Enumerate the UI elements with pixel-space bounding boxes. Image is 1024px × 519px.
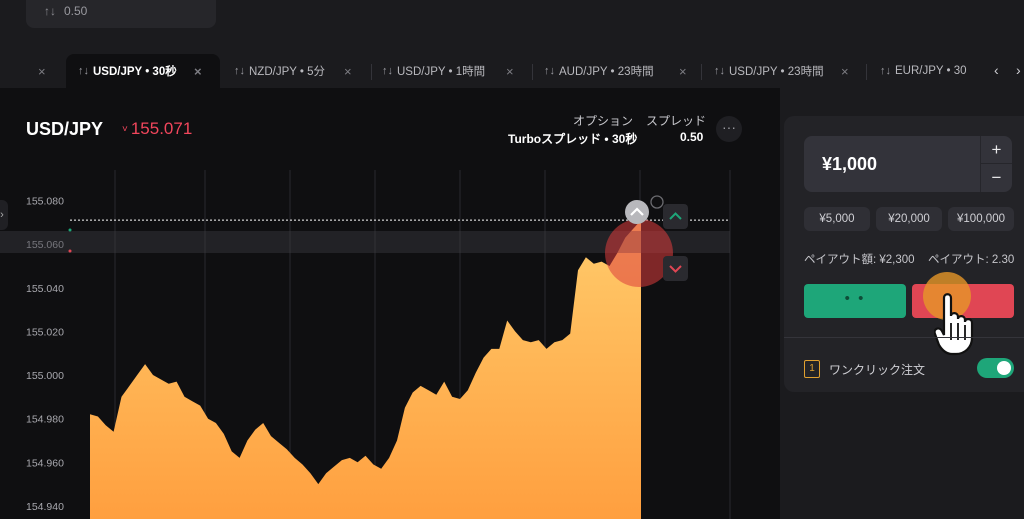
minus-icon[interactable]: − (981, 164, 1012, 191)
chevron-left-icon[interactable]: ‹ (994, 62, 999, 78)
y-tick-label: 155.080 (26, 196, 64, 208)
high-button[interactable]: • • (804, 284, 906, 318)
updown-icon: ↑↓ (78, 65, 89, 77)
tab-label: EUR/JPY • 30 (895, 65, 967, 77)
click-indicator (605, 219, 673, 287)
price-area (90, 220, 641, 519)
close-icon[interactable]: × (194, 64, 202, 79)
y-tick-label: 155.000 (26, 370, 64, 382)
updown-icon: ↑↓ (234, 65, 245, 77)
tab-label: AUD/JPY • 23時間 (559, 66, 654, 78)
tab-eurjpy[interactable]: ↑↓ EUR/JPY • 30 (868, 54, 974, 88)
recent-trade-value: 0.50 (64, 4, 88, 18)
payout-rate: ペイアウト: 2.30 (928, 254, 1015, 266)
close-icon[interactable]: × (344, 64, 352, 79)
chevron-up-icon[interactable] (625, 200, 649, 224)
asset-tabs: × ↑↓ USD/JPY • 30秒 × ↑↓ NZD/JPY • 5分 × ↑… (0, 54, 1024, 88)
one-click-toggle[interactable] (977, 358, 1014, 378)
y-tick-label: 154.980 (26, 414, 64, 426)
up-marker (68, 228, 72, 232)
chevron-right-icon[interactable]: › (1016, 62, 1021, 78)
close-icon[interactable]: × (38, 64, 46, 79)
tab-usdjpy-1h[interactable]: ↑↓ USD/JPY • 1時間 × (372, 54, 527, 88)
amount-value: ¥1,000 (822, 154, 878, 174)
option-value: Turboスプレッド • 30秒 (508, 132, 638, 146)
preset-5000-button[interactable]: ¥5,000 (804, 207, 870, 231)
preset-100000-button[interactable]: ¥100,000 (948, 207, 1014, 231)
tab-audjpy-23h[interactable]: ↑↓ AUD/JPY • 23時間 × (534, 54, 700, 88)
current-price: ˅ 155.071 (122, 119, 192, 139)
preset-20000-button[interactable]: ¥20,000 (876, 207, 942, 231)
down-marker (68, 249, 72, 253)
tab-label: USD/JPY • 23時間 (729, 66, 824, 78)
hand-cursor-icon (934, 293, 974, 356)
updown-icon: ↑↓ (44, 4, 56, 18)
close-icon[interactable]: × (841, 64, 849, 79)
close-icon[interactable]: × (506, 64, 514, 79)
chevron-down-icon: ˅ (122, 124, 128, 135)
updown-icon: ↑↓ (880, 65, 891, 77)
tab-usdjpy-23h[interactable]: ↑↓ USD/JPY • 23時間 × (704, 54, 864, 88)
recent-trade-card[interactable]: ↑↓ 0.50 (26, 0, 216, 28)
more-options-button[interactable]: ··· (716, 116, 742, 142)
lower-button[interactable] (663, 256, 688, 281)
price-chart: 155.080155.060155.040155.020155.000154.9… (0, 170, 731, 519)
tab-label: NZD/JPY • 5分 (249, 66, 326, 78)
updown-icon: ↑↓ (382, 65, 393, 77)
tab-label: USD/JPY • 1時間 (397, 66, 486, 78)
spread-value: 0.50 (680, 130, 704, 144)
y-tick-label: 154.960 (26, 457, 64, 469)
payout-amount: ペイアウト額: ¥2,300 (804, 254, 915, 266)
spread-label: スプレッド (646, 114, 707, 128)
one-click-icon: 1 (804, 360, 820, 378)
option-label: オプション (573, 114, 634, 128)
asset-pair: USD/JPY (26, 119, 104, 139)
tab-label: USD/JPY • 30秒 (93, 66, 177, 78)
tab-usdjpy-30s[interactable]: ↑↓ USD/JPY • 30秒 × (66, 54, 220, 88)
higher-button[interactable] (663, 204, 688, 229)
y-tick-label: 154.940 (26, 501, 64, 513)
amount-input[interactable]: ¥1,000 + − (804, 136, 1012, 192)
updown-icon: ↑↓ (544, 65, 555, 77)
price-value: 155.071 (130, 119, 193, 138)
one-click-label: ワンクリック注文 (829, 363, 926, 377)
tab-nzdjpy-5m[interactable]: ↑↓ NZD/JPY • 5分 × (224, 54, 368, 88)
y-tick-label: 155.020 (26, 326, 64, 338)
close-icon[interactable]: × (679, 64, 687, 79)
timer-icon (650, 195, 664, 209)
updown-icon: ↑↓ (714, 65, 725, 77)
plus-icon[interactable]: + (981, 136, 1012, 163)
y-tick-label: 155.040 (26, 283, 64, 295)
